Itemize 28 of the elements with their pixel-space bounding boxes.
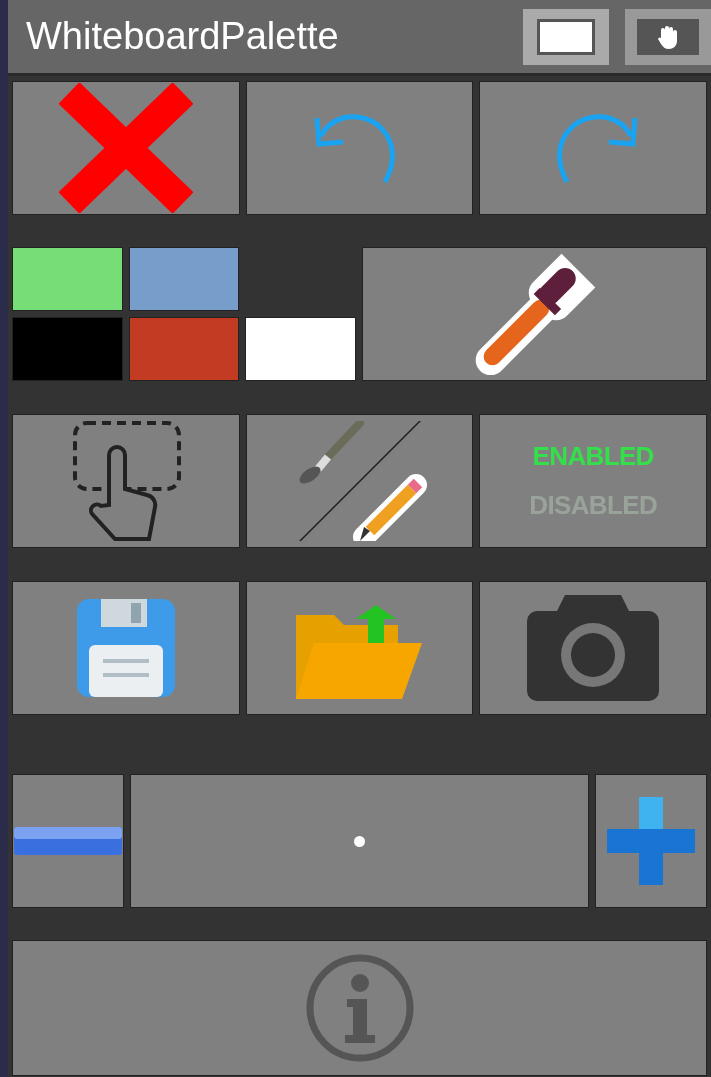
color-swatch[interactable] (245, 317, 356, 381)
camera-button[interactable] (479, 581, 707, 715)
color-swatch[interactable] (128, 247, 240, 311)
minus-icon (14, 827, 122, 855)
close-icon (58, 83, 193, 213)
open-folder-button[interactable] (245, 581, 474, 715)
plus-icon (605, 795, 697, 887)
color-swatch[interactable] (12, 317, 123, 381)
save-button[interactable] (12, 581, 240, 715)
camera-icon (525, 593, 662, 703)
rectangle-icon (537, 18, 595, 55)
color-swatch[interactable] (12, 247, 123, 311)
hand-button[interactable] (625, 8, 711, 65)
clear-button[interactable] (12, 81, 240, 215)
mode-option[interactable]: ENABLED (532, 437, 654, 476)
window-title: WhiteboardPalette (26, 14, 340, 59)
rectangle-button[interactable] (523, 8, 609, 65)
redo-button[interactable] (479, 81, 707, 215)
undo-button[interactable] (245, 81, 474, 215)
tap-select-icon (70, 419, 181, 543)
brush-pencil-button[interactable] (245, 414, 474, 548)
info-icon (304, 953, 415, 1063)
eyedropper-button[interactable] (362, 247, 707, 381)
hand-icon (657, 23, 679, 50)
color-swatch[interactable] (128, 317, 240, 381)
decrease-size-button[interactable] (12, 774, 124, 908)
select-button[interactable] (12, 414, 240, 548)
increase-size-button[interactable] (595, 774, 707, 908)
